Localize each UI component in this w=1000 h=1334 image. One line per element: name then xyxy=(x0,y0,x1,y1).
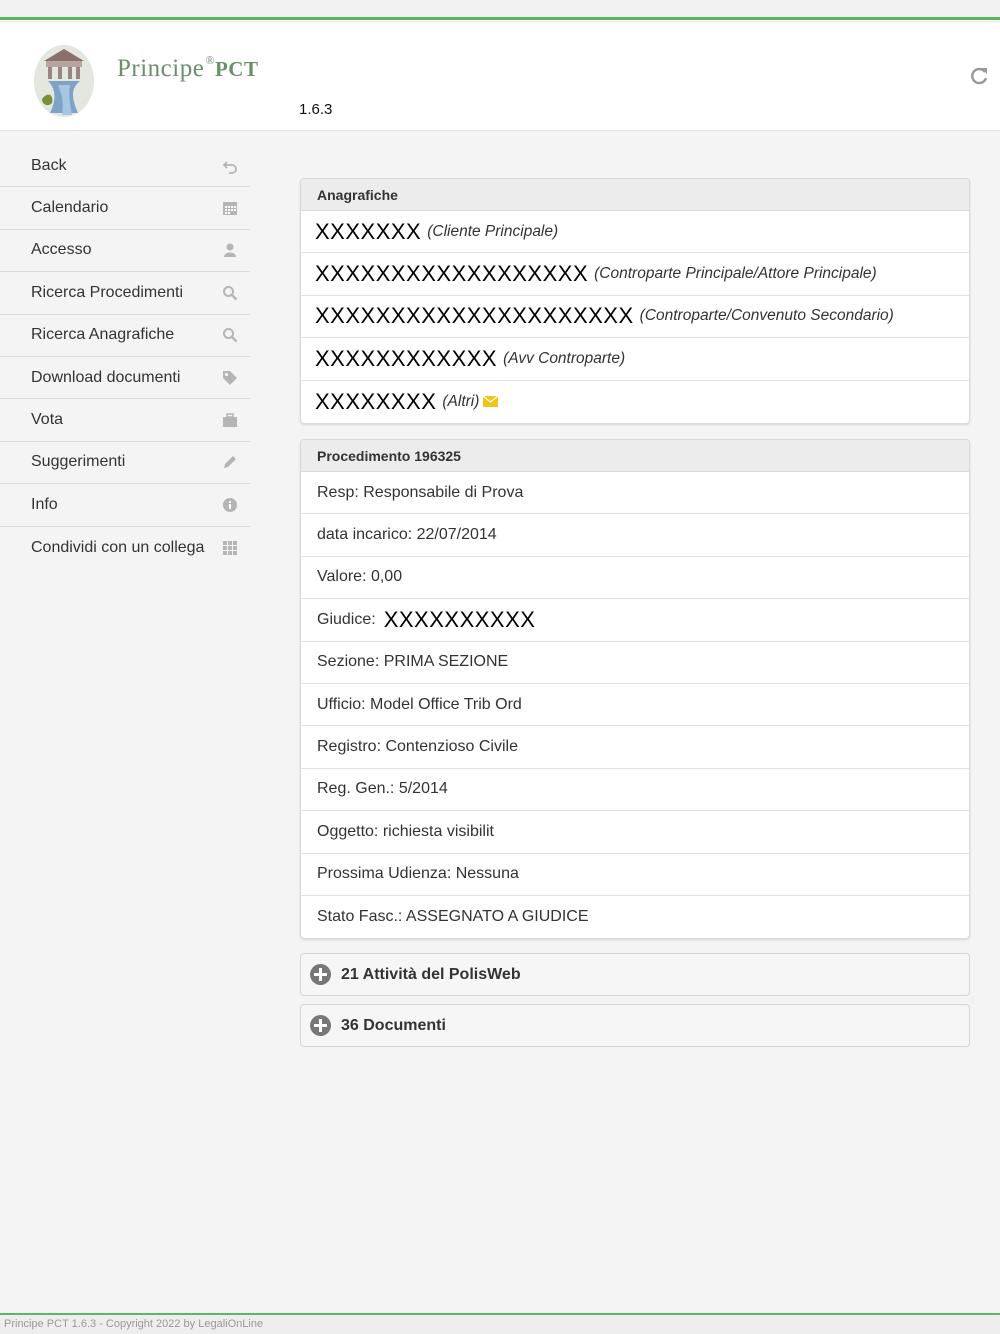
anagrafica-row[interactable]: XXXXXXXXXXXX (Avv Controparte) xyxy=(301,338,969,381)
app-header: Principe®PCT 1.6.3 xyxy=(0,23,1000,131)
brand-reg-mark: ® xyxy=(205,53,215,67)
sidebar-nav: Back Calendario Accesso Ricerca Procedim… xyxy=(0,145,250,569)
anagrafica-name: XXXXXXXXXXXXXXXXXXXXX xyxy=(315,303,634,329)
procedimento-row-text: Resp: Responsabile di Prova xyxy=(317,483,524,501)
sidebar-item-ricerca-anagrafiche[interactable]: Ricerca Anagrafiche xyxy=(0,315,250,357)
anagrafiche-title: Anagrafiche xyxy=(301,179,969,211)
procedimento-row: Oggetto: richiesta visibilit xyxy=(301,811,969,854)
attivita-polisweb-toggle[interactable]: 21 Attività del PolisWeb xyxy=(300,953,970,996)
procedimento-row: Resp: Responsabile di Prova xyxy=(301,472,969,515)
anagrafica-row[interactable]: XXXXXXX (Cliente Principale) xyxy=(301,211,969,254)
procedimento-row-text: Oggetto: richiesta visibilit xyxy=(317,822,494,840)
anagrafica-row[interactable]: XXXXXXXX (Altri) xyxy=(301,381,969,423)
calendar-icon xyxy=(223,202,237,216)
envelope-icon[interactable] xyxy=(483,396,499,408)
search-icon xyxy=(223,328,238,343)
sidebar-item-suggerimenti[interactable]: Suggerimenti xyxy=(0,442,250,485)
sidebar-item-label: Calendario xyxy=(31,199,109,217)
anagrafiche-panel: Anagrafiche XXXXXXX (Cliente Principale)… xyxy=(300,178,970,424)
sidebar-item-label: Accesso xyxy=(31,241,92,259)
anagrafica-row[interactable]: XXXXXXXXXXXXXXXXXXXXX (Controparte/Conve… xyxy=(301,296,969,339)
sidebar-item-label: Back xyxy=(31,156,67,174)
procedimento-row: data incarico: 22/07/2014 xyxy=(301,514,969,557)
info-icon xyxy=(223,497,237,512)
sidebar-item-info[interactable]: Info xyxy=(0,484,250,527)
sidebar-item-download-documenti[interactable]: Download documenti xyxy=(0,357,250,400)
expand-plus-icon xyxy=(310,1015,331,1036)
anagrafica-role: (Controparte/Convenuto Secondario) xyxy=(639,307,894,325)
documenti-label: 36 Documenti xyxy=(341,1016,446,1034)
sidebar-item-label: Vota xyxy=(31,411,64,429)
sidebar-item-label: Condividi con un collega xyxy=(31,538,205,556)
sidebar-item-label: Download documenti xyxy=(31,368,181,386)
anagrafica-name: XXXXXXXXXXXX xyxy=(315,345,498,371)
search-icon xyxy=(223,285,238,301)
procedimento-row: Valore: 0,00 xyxy=(301,557,969,600)
sidebar-item-accesso[interactable]: Accesso xyxy=(0,230,250,273)
anagrafica-name: XXXXXXX xyxy=(315,218,422,244)
anagrafica-role: (Altri) xyxy=(442,392,480,410)
user-icon xyxy=(224,243,236,258)
brand-name: Principe®PCT xyxy=(117,53,258,83)
procedimento-row-text: Registro: Contenzioso Civile xyxy=(317,738,518,756)
procedimento-panel: Procedimento 196325 Resp: Responsabile d… xyxy=(300,439,970,940)
tag-icon xyxy=(223,370,237,385)
app-version: 1.6.3 xyxy=(299,101,333,118)
anagrafica-name: XXXXXXXXXXXXXXXXXX xyxy=(315,261,589,287)
procedimento-row: Prossima Udienza: Nessuna xyxy=(301,854,969,896)
sidebar-item-label: Info xyxy=(31,495,58,513)
anagrafica-name: XXXXXXXX xyxy=(315,388,437,414)
sidebar-item-label: Ricerca Anagrafiche xyxy=(31,326,175,344)
brand-suffix: PCT xyxy=(214,57,259,81)
anagrafica-role: (Controparte Principale/Attore Principal… xyxy=(594,265,877,283)
procedimento-row: Sezione: PRIMA SEZIONE xyxy=(301,642,969,684)
procedimento-row-text: Ufficio: Model Office Trib Ord xyxy=(317,695,522,713)
anagrafica-row[interactable]: XXXXXXXXXXXXXXXXXX (Controparte Principa… xyxy=(301,253,969,296)
procedimento-row-text: Reg. Gen.: 5/2014 xyxy=(317,780,448,798)
procedimento-row: Ufficio: Model Office Trib Ord xyxy=(301,684,969,727)
sidebar-item-ricerca-procedimenti[interactable]: Ricerca Procedimenti xyxy=(0,272,250,315)
refresh-icon[interactable] xyxy=(968,65,990,87)
sidebar-item-back[interactable]: Back xyxy=(0,145,250,188)
procedimento-row-text: Sezione: PRIMA SEZIONE xyxy=(317,653,509,671)
procedimento-row: Registro: Contenzioso Civile xyxy=(301,726,969,769)
anagrafica-role: (Cliente Principale) xyxy=(427,222,559,240)
giudice-name: XXXXXXXXXX xyxy=(383,606,536,632)
procedimento-row-text: data incarico: 22/07/2014 xyxy=(317,526,497,544)
grid-icon xyxy=(223,540,237,555)
top-status-bar xyxy=(0,0,1000,20)
attivita-polisweb-label: 21 Attività del PolisWeb xyxy=(341,965,521,983)
procedimento-row: Giudice: XXXXXXXXXX xyxy=(301,599,969,642)
procedimento-title: Procedimento 196325 xyxy=(301,440,969,472)
footer: Principe PCT 1.6.3 - Copyright 2022 by L… xyxy=(0,1313,1000,1334)
briefcase-icon xyxy=(223,413,237,428)
procedimento-row: Stato Fasc.: ASSEGNATO A GIUDICE xyxy=(301,896,969,938)
documenti-toggle[interactable]: 36 Documenti xyxy=(300,1004,970,1047)
expand-plus-icon xyxy=(310,964,331,985)
anagrafica-role: (Avv Controparte) xyxy=(503,349,626,367)
logo-icon xyxy=(34,45,94,117)
procedimento-row-text: Valore: 0,00 xyxy=(317,568,403,586)
sidebar-item-label: Suggerimenti xyxy=(31,453,126,471)
pencil-icon xyxy=(224,456,236,469)
sidebar-item-condividi[interactable]: Condividi con un collega xyxy=(0,527,250,569)
sidebar-item-label: Ricerca Procedimenti xyxy=(31,283,184,301)
procedimento-row-text: Prossima Udienza: Nessuna xyxy=(317,865,519,883)
procedimento-row-text: Giudice: xyxy=(317,610,376,628)
procedimento-row: Reg. Gen.: 5/2014 xyxy=(301,769,969,812)
undo-icon xyxy=(222,161,237,174)
brand-text: Principe xyxy=(117,55,205,82)
footer-text: Principe PCT 1.6.3 - Copyright 2022 by L… xyxy=(4,1318,264,1330)
sidebar-item-vota[interactable]: Vota xyxy=(0,399,250,442)
procedimento-row-text: Stato Fasc.: ASSEGNATO A GIUDICE xyxy=(317,908,589,926)
sidebar-item-calendario[interactable]: Calendario xyxy=(0,187,250,230)
